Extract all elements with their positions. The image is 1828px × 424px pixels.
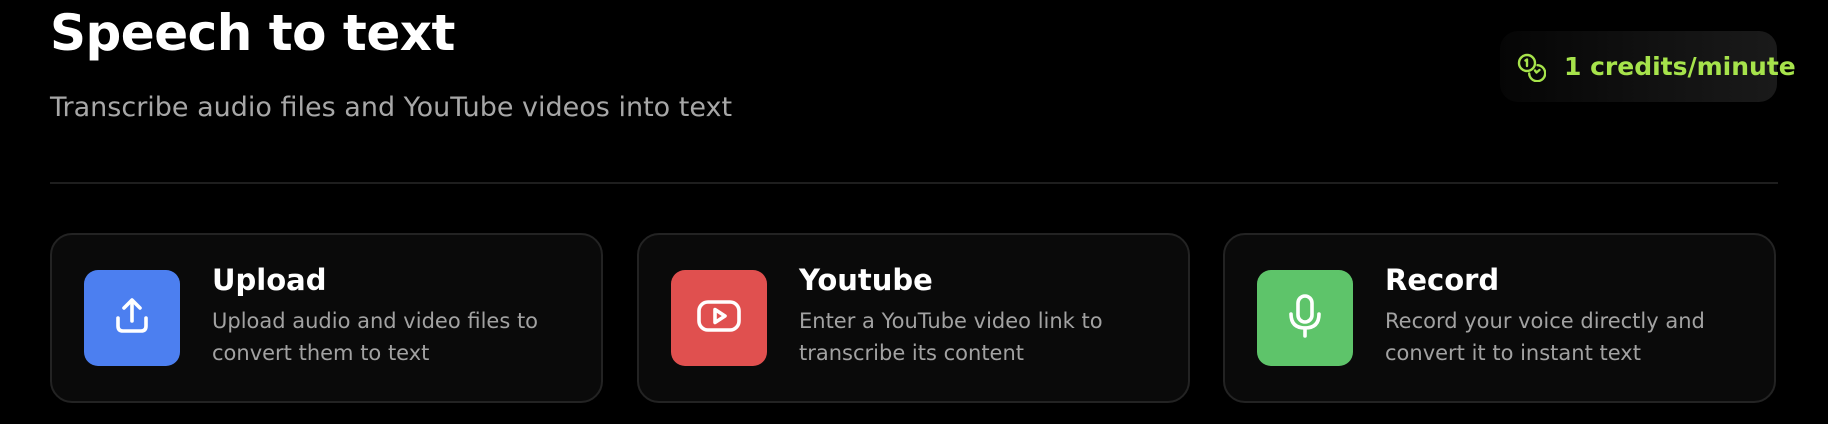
upload-card-title: Upload	[212, 263, 327, 297]
speech-to-text-page: Speech to text Transcribe audio files an…	[0, 0, 1828, 424]
microphone-icon	[1283, 292, 1327, 344]
youtube-play-icon	[695, 296, 743, 340]
upload-card-description: Upload audio and video files to convert …	[212, 309, 539, 365]
record-card[interactable]: Record Record your voice directly and co…	[1223, 233, 1776, 403]
page-subtitle: Transcribe audio files and YouTube video…	[50, 92, 733, 123]
record-icon-tile	[1257, 270, 1353, 366]
upload-card[interactable]: Upload Upload audio and video files to c…	[50, 233, 603, 403]
youtube-card-description: Enter a YouTube video link to transcribe…	[799, 309, 1103, 365]
credits-badge: 1 credits/minute	[1500, 31, 1796, 102]
page-title: Speech to text	[50, 4, 455, 62]
record-card-title: Record	[1385, 263, 1500, 297]
youtube-icon-tile	[671, 270, 767, 366]
upload-icon	[110, 294, 154, 342]
upload-icon-tile	[84, 270, 180, 366]
credits-label: 1 credits/minute	[1564, 52, 1796, 81]
header-divider	[50, 182, 1778, 184]
record-card-description: Record your voice directly and convert i…	[1385, 309, 1705, 365]
youtube-card-title: Youtube	[799, 263, 933, 297]
coins-icon	[1516, 52, 1546, 82]
youtube-card[interactable]: Youtube Enter a YouTube video link to tr…	[637, 233, 1190, 403]
